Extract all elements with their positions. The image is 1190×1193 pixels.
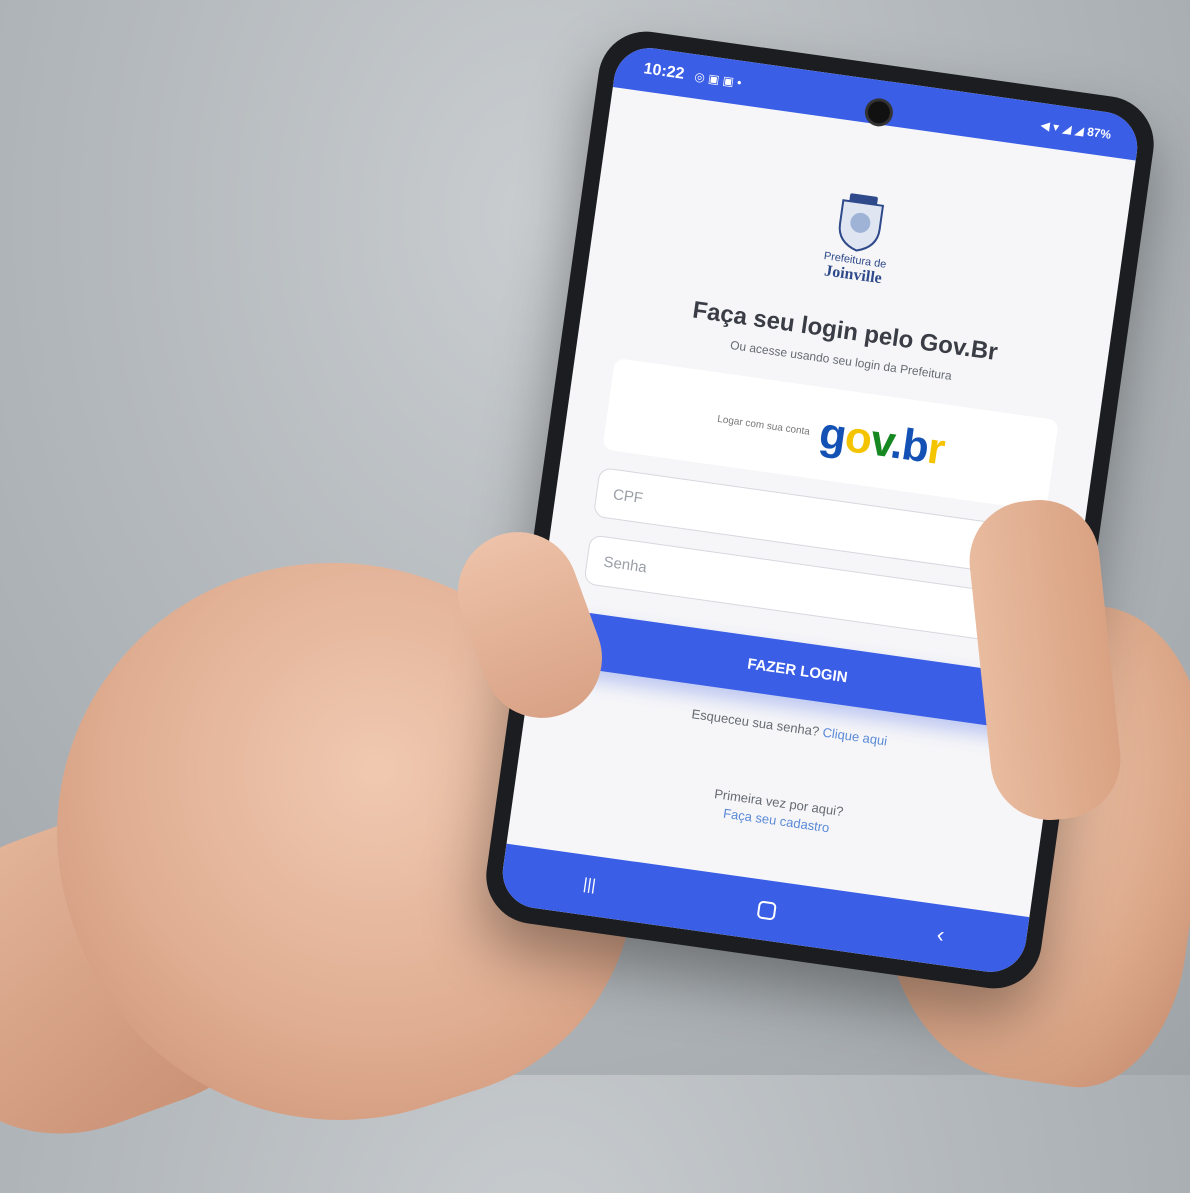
city-crest-icon: [838, 193, 885, 252]
status-time: 10:22: [642, 60, 686, 83]
cpf-placeholder: CPF: [612, 485, 645, 507]
recents-icon[interactable]: |||: [582, 876, 597, 896]
back-icon[interactable]: ‹: [935, 922, 946, 949]
forgot-text: Esqueceu sua senha?: [690, 706, 821, 739]
home-icon[interactable]: [756, 900, 777, 921]
prefeitura-logo: Prefeitura de Joinville: [821, 189, 896, 289]
password-placeholder: Senha: [602, 552, 648, 576]
forgot-password-row: Esqueceu sua senha? Clique aqui: [691, 706, 888, 748]
photo-scene: 10:22 ◎ ▣ ▣ • ◀ ▾ ◢ ◢ 87% Prefeitura de …: [0, 0, 1190, 1193]
notification-icons: ◎ ▣ ▣ •: [693, 69, 743, 90]
govbr-logo: gov.br: [816, 408, 947, 475]
status-left: 10:22 ◎ ▣ ▣ •: [642, 60, 743, 92]
status-right-icons: ◀ ▾ ◢ ◢ 87%: [1039, 118, 1113, 142]
register-section: Primeira vez por aqui? Faça seu cadastro: [711, 785, 845, 839]
govbr-label: Logar com sua conta: [716, 413, 811, 438]
forgot-password-link[interactable]: Clique aqui: [822, 725, 889, 749]
